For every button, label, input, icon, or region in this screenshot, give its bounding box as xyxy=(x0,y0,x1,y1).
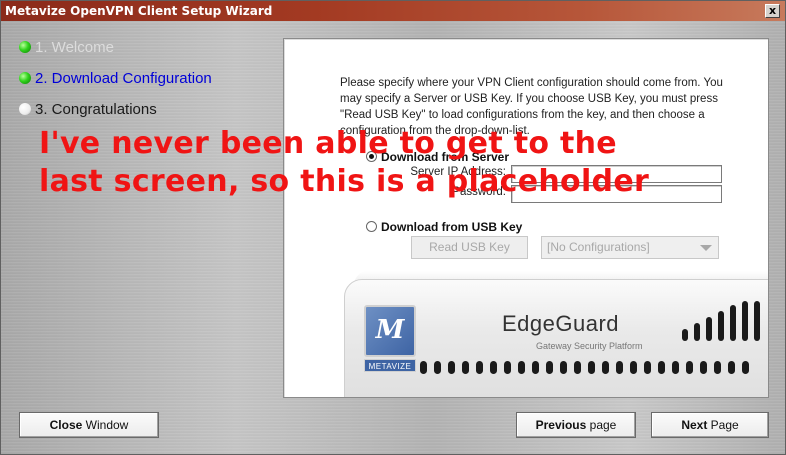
vent-slot xyxy=(504,361,511,374)
configuration-select-value: [No Configurations] xyxy=(547,240,650,254)
signal-bar xyxy=(742,301,748,341)
vent-slot xyxy=(630,361,637,374)
vent-slot xyxy=(602,361,609,374)
metavize-logo: M xyxy=(364,305,416,357)
vent-slot xyxy=(672,361,679,374)
vent-slot xyxy=(434,361,441,374)
previous-button-label-bold: Previous xyxy=(535,418,587,432)
vent-slot xyxy=(700,361,707,374)
window-title: Metavize OpenVPN Client Setup Wizard xyxy=(5,4,273,18)
step-pending-icon xyxy=(19,103,31,115)
metavize-logo-text: METAVIZE xyxy=(364,359,416,372)
overlay-line-1: I've never been able to get to the xyxy=(39,126,617,161)
vent-slot xyxy=(462,361,469,374)
read-usb-key-button[interactable]: Read USB Key xyxy=(411,236,528,259)
wizard-window: Metavize OpenVPN Client Setup Wizard x 1… xyxy=(0,0,786,455)
vent-slot xyxy=(532,361,539,374)
vent-slot xyxy=(546,361,553,374)
edgeguard-tagline: Gateway Security Platform xyxy=(536,341,643,351)
vent-slot xyxy=(616,361,623,374)
previous-button-label-rest: page xyxy=(586,418,617,432)
vent-slot xyxy=(518,361,525,374)
signal-bar xyxy=(718,311,724,341)
step-welcome: 1. Welcome xyxy=(19,39,114,56)
close-button-label-rest: Window xyxy=(82,418,129,432)
close-button-label-bold: Close xyxy=(49,418,83,432)
signal-bar xyxy=(754,301,760,341)
step-label: 1. Welcome xyxy=(35,39,114,56)
vent-slot xyxy=(560,361,567,374)
title-bar: Metavize OpenVPN Client Setup Wizard x xyxy=(1,1,785,21)
placeholder-overlay-text: I've never been able to get to the last … xyxy=(39,125,779,201)
overlay-line-2: last screen, so this is a placeholder xyxy=(39,164,650,199)
vent-slot xyxy=(686,361,693,374)
vent-slot xyxy=(658,361,665,374)
configuration-select[interactable]: [No Configurations] xyxy=(541,236,719,259)
vent-slot xyxy=(742,361,749,374)
next-button-label-bold: Next xyxy=(681,418,708,432)
vent-slot xyxy=(714,361,721,374)
signal-bar xyxy=(694,323,700,341)
close-window-icon[interactable]: x xyxy=(765,4,780,18)
download-from-usb-option[interactable]: Download from USB Key xyxy=(366,220,522,234)
vent-slot xyxy=(728,361,735,374)
next-button-label-rest: Page xyxy=(707,418,739,432)
step-download-configuration: 2. Download Configuration xyxy=(19,70,212,87)
signal-bar xyxy=(706,317,712,341)
edgeguard-brand: EdgeGuard xyxy=(502,311,620,336)
vent-slot xyxy=(476,361,483,374)
step-congratulations: 3. Congratulations xyxy=(19,101,157,118)
usb-option-label: Download from USB Key xyxy=(381,220,523,234)
vent-slot xyxy=(588,361,595,374)
step-active-icon xyxy=(19,72,31,84)
previous-page-button[interactable]: Previous page xyxy=(516,412,636,438)
vent-slot xyxy=(420,361,427,374)
step-label: 2. Download Configuration xyxy=(35,70,212,87)
next-page-button[interactable]: Next Page xyxy=(651,412,769,438)
close-window-button[interactable]: Close Window xyxy=(19,412,159,438)
radio-unselected-icon[interactable] xyxy=(366,221,377,232)
step-complete-icon xyxy=(19,41,31,53)
vent-slot xyxy=(574,361,581,374)
vent-slot xyxy=(448,361,455,374)
chevron-down-icon xyxy=(700,245,712,251)
signal-bar xyxy=(682,329,688,341)
vent-slot xyxy=(490,361,497,374)
content-panel: Please specify where your VPN Client con… xyxy=(283,38,769,398)
signal-bar xyxy=(730,305,736,341)
step-label: 3. Congratulations xyxy=(35,101,157,118)
vent-slot xyxy=(644,361,651,374)
